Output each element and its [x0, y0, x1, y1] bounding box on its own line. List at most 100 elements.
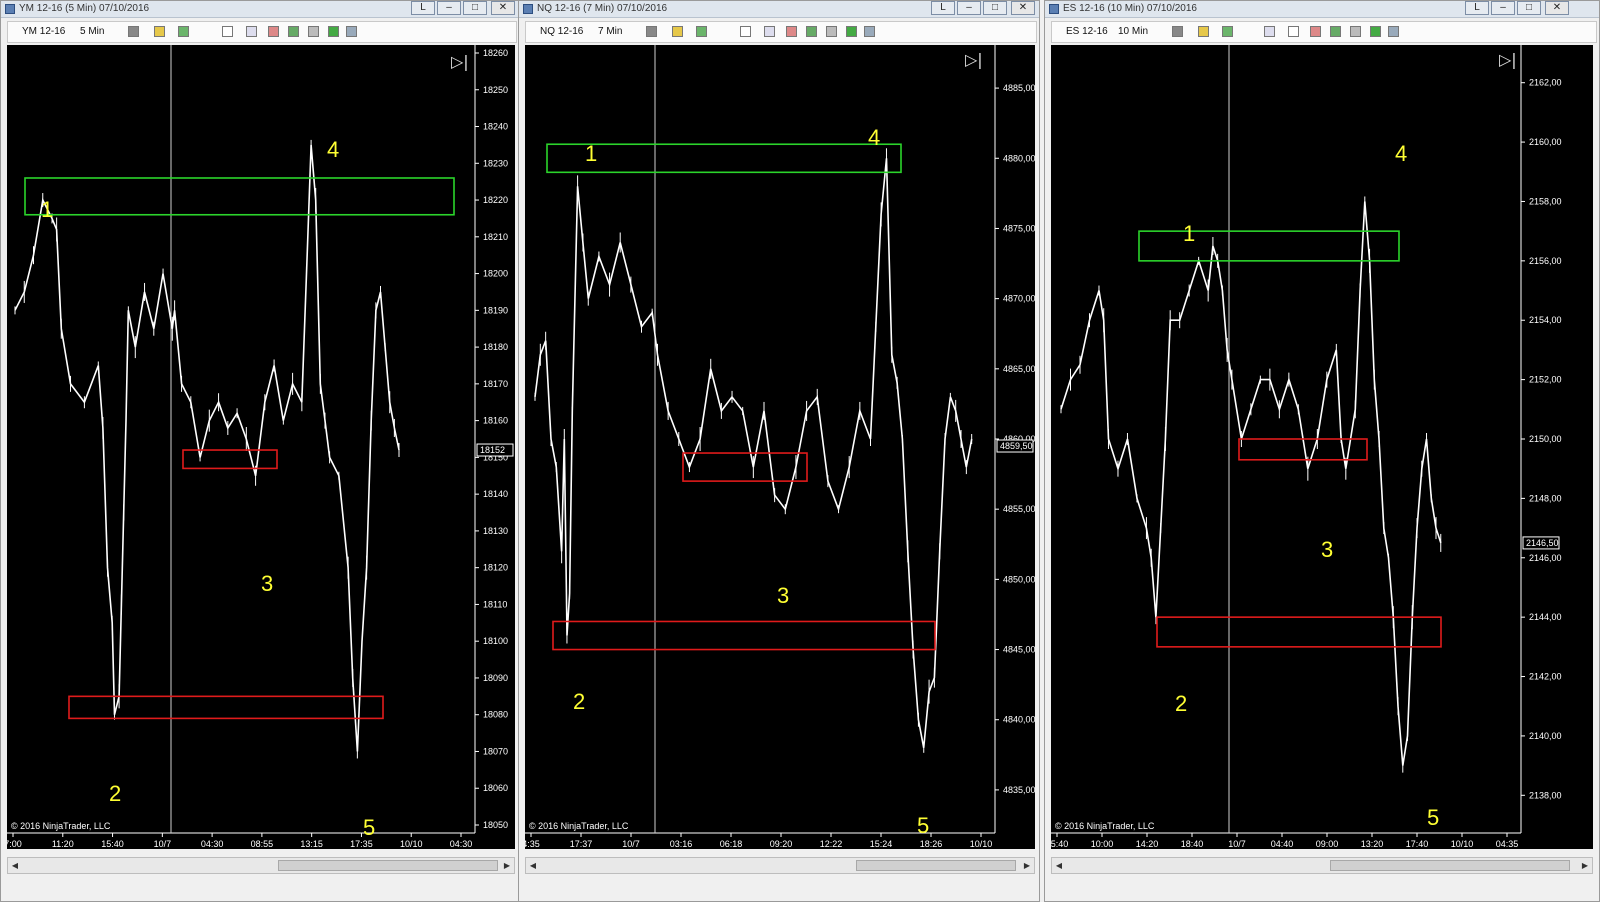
instrument-selector[interactable]: NQ 12-16: [540, 26, 583, 37]
chart-properties-icon[interactable]: [1388, 26, 1399, 37]
interval-selector[interactable]: 7 Min: [598, 26, 622, 37]
resistance-zone[interactable]: [24, 177, 455, 216]
close-button[interactable]: ✕: [1545, 1, 1569, 15]
properties-icon[interactable]: [1370, 26, 1381, 37]
strategies-icon[interactable]: [288, 26, 299, 37]
resistance-zone[interactable]: [546, 143, 902, 174]
price-tick-label: 2138,00: [1529, 790, 1562, 800]
time-tick-label: 11:20: [52, 839, 74, 849]
restore-button[interactable]: L: [411, 1, 435, 15]
minimize-button[interactable]: ‒: [437, 1, 461, 15]
price-tick-label: 4840,00: [1003, 715, 1035, 725]
instrument-selector[interactable]: YM 12-16: [22, 26, 65, 37]
price-tick-label: 2148,00: [1529, 493, 1562, 503]
close-button[interactable]: ✕: [491, 1, 515, 15]
support-zone[interactable]: [1156, 616, 1442, 648]
maximize-button[interactable]: □: [983, 1, 1007, 15]
price-chart[interactable]: ▷| 2162,00 2160,00 2158,00 2156,00 2154,00 21…: [1051, 45, 1593, 849]
crosshair-icon[interactable]: [740, 26, 751, 37]
properties-icon[interactable]: [328, 26, 339, 37]
go-to-end-icon[interactable]: ▷|: [965, 50, 983, 69]
zoom-icon[interactable]: [246, 26, 257, 37]
time-tick-label: 10/10: [400, 839, 423, 849]
restore-button[interactable]: L: [931, 1, 955, 15]
drawing-tool-icon[interactable]: [178, 26, 189, 37]
price-tick-label: 18120: [483, 563, 508, 573]
maximize-button[interactable]: □: [463, 1, 487, 15]
resistance-zone[interactable]: [1138, 230, 1400, 262]
horizontal-scrollbar[interactable]: ◀ ▶: [7, 857, 515, 874]
price-tick-label: 4865,00: [1003, 364, 1035, 374]
price-tick-label: 2150,00: [1529, 434, 1562, 444]
minimize-button[interactable]: ‒: [957, 1, 981, 15]
price-chart[interactable]: ▷| 18260 18250 18240 18230 18220 18210 18200 18…: [7, 45, 515, 849]
title-bar[interactable]: YM 12-16 (5 Min) 07/10/2016 L ‒ □ ✕: [1, 1, 519, 18]
crosshair-icon[interactable]: [222, 26, 233, 37]
window-title: NQ 12-16 (7 Min) 07/10/2016: [537, 3, 668, 14]
support-zone[interactable]: [552, 620, 936, 651]
properties-icon[interactable]: [846, 26, 857, 37]
data-box-icon[interactable]: [1350, 26, 1361, 37]
zoom-icon[interactable]: [764, 26, 775, 37]
title-bar[interactable]: ES 12-16 (10 Min) 07/10/2016 L ‒ □ ✕: [1045, 1, 1599, 18]
indicators-icon[interactable]: [786, 26, 797, 37]
drawing-tool-icon[interactable]: [696, 26, 707, 37]
indicators-icon[interactable]: [1310, 26, 1321, 37]
price-tick-label: 18050: [483, 820, 508, 830]
draw-icon[interactable]: [154, 26, 165, 37]
scroll-right-icon[interactable]: ▶: [500, 858, 514, 873]
scrollbar-thumb[interactable]: [1330, 860, 1570, 871]
interval-selector[interactable]: 5 Min: [80, 26, 104, 37]
scrollbar-thumb[interactable]: [856, 860, 1016, 871]
chart-type-icon[interactable]: [128, 26, 139, 37]
time-tick-label: 10/10: [1451, 839, 1474, 849]
close-button[interactable]: ✕: [1011, 1, 1035, 15]
minimize-button[interactable]: ‒: [1491, 1, 1515, 15]
last-price-label: 18152: [480, 445, 505, 455]
title-bar[interactable]: NQ 12-16 (7 Min) 07/10/2016 L ‒ □ ✕: [519, 1, 1039, 18]
scroll-right-icon[interactable]: ▶: [1020, 858, 1034, 873]
chart-type-icon[interactable]: [1172, 26, 1183, 37]
maximize-button[interactable]: □: [1517, 1, 1541, 15]
scroll-left-icon[interactable]: ◀: [8, 858, 22, 873]
instrument-selector[interactable]: ES 12-16: [1066, 26, 1108, 37]
chart-properties-icon[interactable]: [864, 26, 875, 37]
chart-toolbar: YM 12-16 5 Min: [7, 21, 517, 43]
copyright-label: © 2016 NinjaTrader, LLC: [529, 821, 629, 831]
strategies-icon[interactable]: [806, 26, 817, 37]
interval-selector[interactable]: 10 Min: [1118, 26, 1148, 37]
chart-type-icon[interactable]: [646, 26, 657, 37]
restore-button[interactable]: L: [1465, 1, 1489, 15]
drawing-tool-icon[interactable]: [1222, 26, 1233, 37]
price-tick-label: 2140,00: [1529, 731, 1562, 741]
scroll-left-icon[interactable]: ◀: [1052, 858, 1066, 873]
price-series: [1060, 201, 1442, 766]
price-tick-label: 4875,00: [1003, 223, 1035, 233]
indicators-icon[interactable]: [268, 26, 279, 37]
horizontal-scrollbar[interactable]: ◀ ▶: [525, 857, 1035, 874]
crosshair-icon[interactable]: [1288, 26, 1299, 37]
draw-icon[interactable]: [672, 26, 683, 37]
time-tick-label: 09:00: [1316, 839, 1339, 849]
annotation-label: 5: [917, 813, 929, 838]
annotation-label: 3: [261, 571, 273, 596]
support-zone[interactable]: [682, 452, 808, 482]
horizontal-scrollbar[interactable]: ◀ ▶: [1051, 857, 1593, 874]
scrollbar-thumb[interactable]: [278, 860, 498, 871]
scroll-left-icon[interactable]: ◀: [526, 858, 540, 873]
chart-properties-icon[interactable]: [346, 26, 357, 37]
time-tick-label: 03:16: [670, 839, 693, 849]
support-zone[interactable]: [182, 449, 278, 470]
price-tick-label: 2142,00: [1529, 672, 1562, 682]
price-chart[interactable]: ▷| 4885,00 4880,00 4875,00 4870,00 4865,00 48…: [525, 45, 1035, 849]
zoom-icon[interactable]: [1264, 26, 1275, 37]
price-tick-label: 18090: [483, 673, 508, 683]
scroll-right-icon[interactable]: ▶: [1578, 858, 1592, 873]
data-box-icon[interactable]: [308, 26, 319, 37]
data-box-icon[interactable]: [826, 26, 837, 37]
go-to-end-icon[interactable]: ▷|: [451, 52, 469, 71]
draw-icon[interactable]: [1198, 26, 1209, 37]
strategies-icon[interactable]: [1330, 26, 1341, 37]
go-to-end-icon[interactable]: ▷|: [1499, 50, 1517, 69]
price-tick-label: 4880,00: [1003, 153, 1035, 163]
